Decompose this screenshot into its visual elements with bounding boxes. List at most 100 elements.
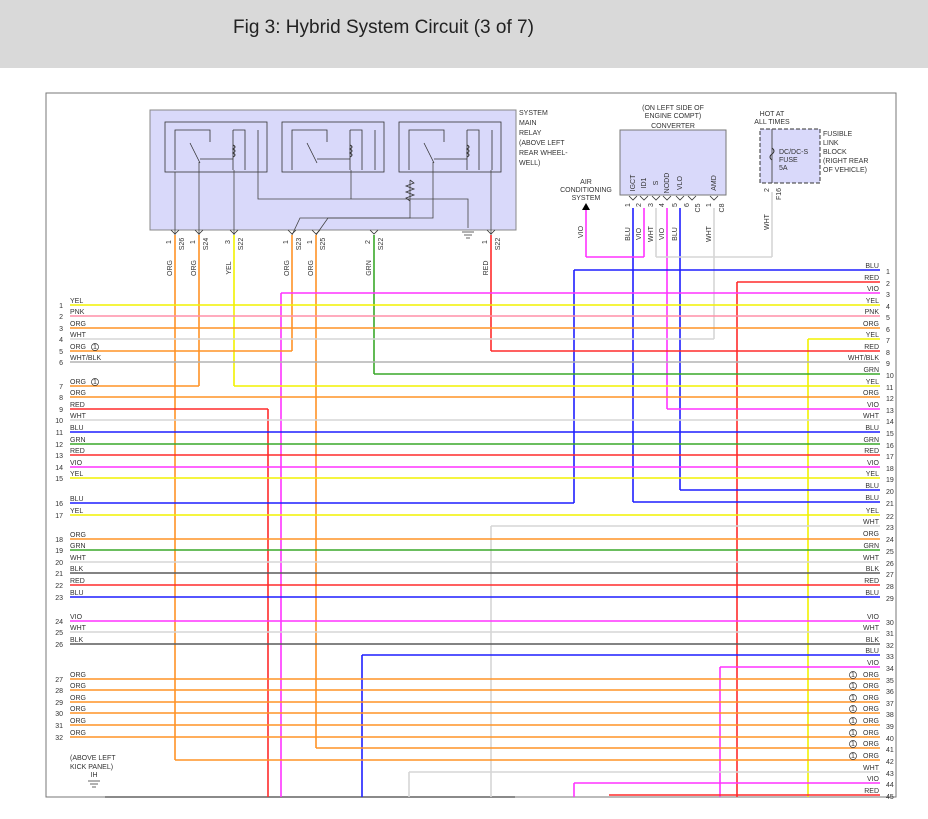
left-wire-number: 29 [55,700,63,707]
right-wire-number: 29 [886,596,894,603]
ground-location: (ABOVE LEFT [70,755,116,762]
relay-pin-number: 1 [283,240,290,244]
right-wire-note: 1 [851,741,855,748]
right-wire-number: 42 [886,759,894,766]
relay-label: WELL) [519,160,540,167]
converter-terminal: NODD [664,173,671,194]
left-wire-color: YEL [70,508,83,515]
right-wire-color: VIO [867,286,880,293]
right-wire-number: 36 [886,689,894,696]
right-wire-color: ORG [863,741,879,748]
left-wire-number: 6 [59,360,63,367]
relay-wire-color: YEL [226,261,233,274]
right-wire-number: 17 [886,454,894,461]
right-wire-color: ORG [863,730,879,737]
connector-pin-icon [639,195,649,201]
fusible-link-block-box [759,128,821,184]
left-wire-color: YEL [70,471,83,478]
ac-wire-color: VIO [578,225,585,238]
converter-pin-number: 5 [672,203,679,207]
right-wire-number: 32 [886,643,894,650]
right-wire-number: 31 [886,631,894,638]
right-wire-number: 26 [886,561,894,568]
left-wire-number: 15 [55,476,63,483]
relay-connector-id: S22 [238,238,245,251]
right-wire-number: 40 [886,736,894,743]
fuse-label: FUSE [779,157,798,164]
right-wire-number: 33 [886,654,894,661]
right-wire-color: ORG [863,531,879,538]
ac-system-label: CONDITIONING [560,187,612,194]
left-wire-color: WHT [70,625,87,632]
left-wire-color: ORG [70,379,86,386]
fusible-link-block-label: OF VEHICLE) [823,167,867,174]
right-wire-number: 34 [886,666,894,673]
right-wire-color: BLU [865,483,879,490]
converter-wire-color: WHT [648,225,655,242]
hot-at-all-times-label: HOT AT [760,111,785,118]
converter-location: ENGINE COMPT) [645,113,701,120]
left-wire-number: 12 [55,442,63,449]
converter-pin-number: 6 [684,203,691,207]
right-wire-number: 44 [886,782,894,789]
left-wire-color: RED [70,402,85,409]
left-wire-number: 17 [55,513,63,520]
left-wire-color: ORG [70,695,86,702]
relay-wire-color: ORG [167,260,174,276]
left-wire-color: ORG [70,390,86,397]
right-wire-color: WHT [863,625,880,632]
right-wire-number: 45 [886,794,894,801]
left-wire-color: VIO [70,460,83,467]
right-wire-number: 8 [886,350,890,357]
left-wire-color: WHT [70,413,87,420]
relay-wire-color: ORG [308,260,315,276]
converter-pin-number: 1 [625,203,632,207]
connector-pin-icon [287,229,297,235]
left-wire-number: 23 [55,595,63,602]
right-wire-color: ORG [863,753,879,760]
right-wire-note: 1 [851,718,855,725]
relay-pin-number: 1 [190,240,197,244]
right-wire-color: VIO [867,776,880,783]
right-wire-number: 5 [886,315,890,322]
right-wire-number: 7 [886,338,890,345]
converter-terminal: IGCT [630,174,637,191]
relay-connector-id: S23 [296,238,303,251]
right-wire-number: 25 [886,549,894,556]
left-wire-number: 28 [55,688,63,695]
right-wire-number: 1 [886,269,890,276]
relay-label: RELAY [519,130,542,137]
connector-pin-icon [675,195,685,201]
right-wire-number: 14 [886,419,894,426]
right-wire-color: ORG [863,321,879,328]
left-wire-color: ORG [70,321,86,328]
left-wire-color: RED [70,578,85,585]
right-wire-color: RED [864,788,879,795]
left-wire-number: 26 [55,642,63,649]
relay-wire-color: ORG [284,260,291,276]
relay-unit-3 [398,121,502,173]
right-wire-color: GRN [863,543,879,550]
converter-wire-color: BLU [672,227,679,241]
relay-pin-number: 1 [166,240,173,244]
ac-system-label: AIR [580,179,592,186]
right-wire-color: BLU [865,425,879,432]
right-wire-color: BLK [866,566,880,573]
right-wire-color: YEL [866,379,879,386]
right-wire-number: 37 [886,701,894,708]
converter-pin-number: 1 [706,203,713,207]
right-wire-note: 1 [851,695,855,702]
left-wire-color: WHT [70,555,87,562]
right-wire-number: 16 [886,443,894,450]
left-wire-color: ORG [70,532,86,539]
right-wire-color: RED [864,275,879,282]
converter-terminal: VLO [677,175,684,190]
left-wire-color: ORG [70,683,86,690]
left-wire-color: ORG [70,730,86,737]
right-wire-number: 2 [886,281,890,288]
left-wire-number: 14 [55,465,63,472]
right-wire-color: RED [864,448,879,455]
right-wire-color: WHT [863,765,880,772]
left-wire-number: 3 [59,326,63,333]
connector-pin-icon [628,195,638,201]
